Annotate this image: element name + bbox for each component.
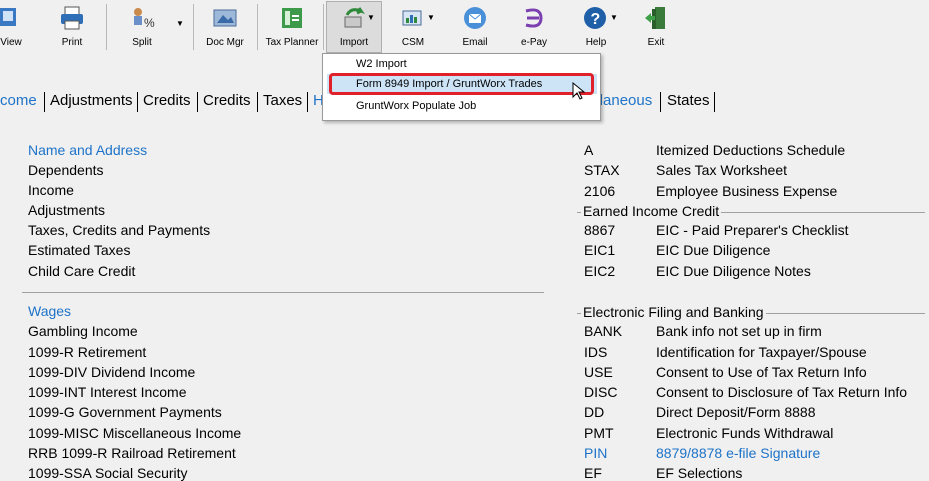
tab-divider bbox=[44, 92, 45, 112]
desc-ef-selections[interactable]: EF Selections bbox=[656, 465, 742, 481]
item-1099-div[interactable]: 1099-DIV Dividend Income bbox=[28, 364, 195, 380]
help-dropdown-caret[interactable]: ▼ bbox=[610, 13, 618, 22]
tab-adjustments[interactable]: Adjustments bbox=[50, 92, 133, 109]
item-taxes-credits-payments[interactable]: Taxes, Credits and Payments bbox=[28, 222, 210, 238]
exit-icon bbox=[643, 5, 669, 31]
tax-planner-button[interactable]: Tax Planner bbox=[263, 2, 321, 52]
item-rrb-1099-r[interactable]: RRB 1099-R Railroad Retirement bbox=[28, 445, 236, 461]
toolbar-separator bbox=[106, 4, 107, 50]
split-icon: % bbox=[129, 5, 155, 31]
code-ef[interactable]: EF bbox=[584, 465, 602, 481]
help-icon: ? bbox=[583, 5, 609, 31]
code-8867[interactable]: 8867 bbox=[584, 222, 615, 238]
desc-eic-checklist[interactable]: EIC - Paid Preparer's Checklist bbox=[656, 222, 849, 238]
code-pin[interactable]: PIN bbox=[584, 445, 607, 461]
code-pmt[interactable]: PMT bbox=[584, 425, 614, 441]
doc-mgr-icon bbox=[212, 5, 238, 31]
mouse-cursor-icon bbox=[572, 81, 586, 105]
code-dd[interactable]: DD bbox=[584, 404, 604, 420]
desc-identification[interactable]: Identification for Taxpayer/Spouse bbox=[656, 344, 867, 360]
doc-mgr-button[interactable]: Doc Mgr bbox=[200, 2, 250, 52]
desc-sales-tax[interactable]: Sales Tax Worksheet bbox=[656, 162, 787, 178]
item-dependents[interactable]: Dependents bbox=[28, 162, 104, 178]
item-adjustments[interactable]: Adjustments bbox=[28, 202, 105, 218]
item-1099-ssa[interactable]: 1099-SSA Social Security bbox=[28, 465, 188, 481]
item-estimated-taxes[interactable]: Estimated Taxes bbox=[28, 242, 130, 258]
item-income[interactable]: Income bbox=[28, 182, 74, 198]
exit-button[interactable]: Exit bbox=[632, 2, 680, 52]
code-bank[interactable]: BANK bbox=[584, 323, 622, 339]
csm-button[interactable]: CSM bbox=[389, 2, 437, 52]
desc-efile-signature[interactable]: 8879/8878 e-file Signature bbox=[656, 445, 820, 461]
tab-states[interactable]: States bbox=[667, 92, 710, 109]
svg-text:?: ? bbox=[591, 11, 601, 28]
help-button[interactable]: ? Help bbox=[572, 2, 620, 52]
email-icon bbox=[462, 5, 488, 31]
view-button[interactable]: View bbox=[0, 2, 22, 52]
desc-bank-info[interactable]: Bank info not set up in firm bbox=[656, 323, 822, 339]
desc-direct-deposit[interactable]: Direct Deposit/Form 8888 bbox=[656, 404, 816, 420]
tab-taxes[interactable]: Taxes bbox=[263, 92, 302, 109]
code-stax[interactable]: STAX bbox=[584, 162, 620, 178]
svg-text:%: % bbox=[144, 16, 155, 30]
epay-button[interactable]: e-Pay bbox=[510, 2, 558, 52]
tab-divider bbox=[197, 92, 198, 112]
item-child-care-credit[interactable]: Child Care Credit bbox=[28, 263, 135, 279]
menu-item-w2-import[interactable]: W2 Import bbox=[356, 58, 407, 70]
link-name-and-address[interactable]: Name and Address bbox=[28, 142, 147, 158]
link-wages[interactable]: Wages bbox=[28, 303, 71, 319]
code-eic1[interactable]: EIC1 bbox=[584, 242, 615, 258]
group-title-efile: Electronic Filing and Banking bbox=[581, 304, 766, 320]
code-2106[interactable]: 2106 bbox=[584, 183, 615, 199]
toolbar-separator bbox=[193, 4, 194, 50]
view-icon bbox=[0, 5, 24, 31]
tab-divider bbox=[257, 92, 258, 112]
tab-credits-2[interactable]: Credits bbox=[203, 92, 251, 109]
tab-divider bbox=[714, 92, 715, 112]
desc-eic-notes[interactable]: EIC Due Diligence Notes bbox=[656, 263, 811, 279]
csm-dropdown-caret[interactable]: ▼ bbox=[427, 13, 435, 22]
toolbar-separator bbox=[323, 4, 324, 50]
desc-itemized-deductions[interactable]: Itemized Deductions Schedule bbox=[656, 142, 845, 158]
tab-divider bbox=[660, 92, 661, 112]
toolbar-separator bbox=[257, 4, 258, 50]
code-eic2[interactable]: EIC2 bbox=[584, 263, 615, 279]
annotation-highlight-box bbox=[329, 73, 594, 95]
tab-credits[interactable]: Credits bbox=[143, 92, 191, 109]
item-1099-int[interactable]: 1099-INT Interest Income bbox=[28, 384, 186, 400]
desc-funds-withdrawal[interactable]: Electronic Funds Withdrawal bbox=[656, 425, 833, 441]
item-1099-g[interactable]: 1099-G Government Payments bbox=[28, 404, 222, 420]
import-dropdown-caret[interactable]: ▼ bbox=[367, 13, 375, 22]
group-title-eic: Earned Income Credit bbox=[581, 203, 722, 219]
tab-divider bbox=[137, 92, 138, 112]
item-1099-r[interactable]: 1099-R Retirement bbox=[28, 344, 146, 360]
section-divider bbox=[22, 292, 544, 293]
print-button[interactable]: Print bbox=[48, 2, 96, 52]
code-a[interactable]: A bbox=[584, 142, 593, 158]
desc-eic-due-diligence[interactable]: EIC Due Diligence bbox=[656, 242, 770, 258]
csm-icon bbox=[400, 5, 426, 31]
tab-income[interactable]: come bbox=[0, 92, 37, 109]
code-disc[interactable]: DISC bbox=[584, 384, 617, 400]
split-dropdown-caret[interactable]: ▼ bbox=[176, 19, 184, 28]
code-use[interactable]: USE bbox=[584, 364, 613, 380]
desc-consent-use[interactable]: Consent to Use of Tax Return Info bbox=[656, 364, 867, 380]
menu-item-gruntworx-populate[interactable]: GruntWorx Populate Job bbox=[356, 100, 476, 112]
epay-icon bbox=[521, 5, 547, 31]
desc-employee-business[interactable]: Employee Business Expense bbox=[656, 183, 837, 199]
import-button[interactable]: Import bbox=[326, 1, 382, 53]
email-button[interactable]: Email bbox=[451, 2, 499, 52]
import-icon bbox=[341, 5, 367, 31]
tab-divider bbox=[307, 92, 308, 112]
item-gambling-income[interactable]: Gambling Income bbox=[28, 323, 138, 339]
tax-planner-icon bbox=[279, 5, 305, 31]
split-button[interactable]: % Split bbox=[118, 2, 166, 52]
code-ids[interactable]: IDS bbox=[584, 344, 607, 360]
printer-icon bbox=[59, 5, 85, 31]
item-1099-misc[interactable]: 1099-MISC Miscellaneous Income bbox=[28, 425, 241, 441]
desc-consent-disclosure[interactable]: Consent to Disclosure of Tax Return Info bbox=[656, 384, 907, 400]
toolbar: View Print % Split ▼ Doc Mgr Tax Planner… bbox=[0, 0, 929, 56]
